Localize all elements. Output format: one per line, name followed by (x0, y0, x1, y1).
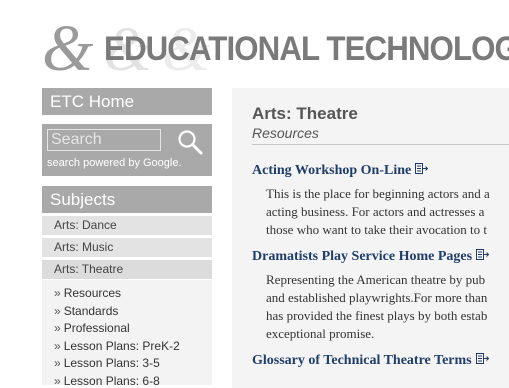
divider (252, 144, 509, 145)
subnav-item-lesson-plans-3-5[interactable]: » Lesson Plans: 3-5 (54, 355, 212, 373)
raquo-icon: » (54, 321, 61, 335)
raquo-icon: » (54, 356, 61, 370)
search-block: search powered by Google. (42, 124, 212, 176)
subject-item-music[interactable]: Arts: Music (42, 238, 212, 257)
search-powered-note: search powered by Google. (47, 157, 182, 169)
search-input[interactable] (47, 129, 161, 151)
subnav-item-standards[interactable]: » Standards (54, 303, 212, 321)
external-link-icon (415, 163, 429, 174)
description-line: and established playwrights.For more tha… (266, 290, 488, 305)
subnav-item-label: Professional (63, 321, 130, 335)
subnav-item-label: Resources (63, 286, 122, 300)
svg-text:&: & (42, 14, 94, 78)
description-line: acting business. For actors and actresse… (266, 204, 485, 219)
subject-item-theatre[interactable]: Arts: Theatre (42, 260, 212, 279)
site-logo-text[interactable]: EDUCATIONAL TECHNOLOGY (104, 30, 509, 69)
page-title: Arts: Theatre (252, 104, 358, 123)
description-line: has provided the finest plays by both es… (266, 308, 488, 323)
resource-description: This is the place for beginning actors a… (266, 185, 509, 239)
raquo-icon: » (54, 338, 61, 353)
resource-link-glossary-theatre-terms[interactable]: Glossary of Technical Theatre Terms (252, 353, 489, 369)
sidebar: ETC Home search powered by Google. Subje… (42, 88, 212, 385)
description-line: those who want to take their avocation t… (266, 222, 487, 237)
resource-link-dramatists-play-service[interactable]: Dramatists Play Service Home Pages (252, 249, 490, 265)
page-subtitle: Resources (252, 125, 319, 141)
subject-item-dance[interactable]: Arts: Dance (42, 216, 212, 235)
subjects-heading: Subjects (42, 186, 212, 213)
subnav-item-label: Lesson Plans: 3-5 (63, 356, 160, 370)
subnav-item-label: Lesson Plans: PreK-2 (63, 338, 180, 353)
external-link-icon (476, 249, 490, 260)
subnav-item-lesson-plans-6-8[interactable]: » Lesson Plans: 6-8 (54, 373, 212, 386)
external-link-icon (475, 353, 489, 364)
subnav-item-resources[interactable]: » Resources (54, 285, 212, 303)
raquo-icon: » (54, 286, 61, 300)
subnav-item-professional[interactable]: » Professional (54, 320, 212, 338)
main-content: Arts: Theatre Resources Acting Workshop … (232, 88, 509, 388)
description-line: exceptional promise. (266, 326, 375, 341)
description-line: Representing the American theatre by pub (266, 272, 486, 287)
resource-link-acting-workshop[interactable]: Acting Workshop On-Line (252, 163, 429, 179)
description-line: This is the place for beginning actors a… (266, 186, 490, 201)
search-icon[interactable] (176, 129, 204, 155)
raquo-icon: » (54, 303, 61, 318)
resource-link-label: Glossary of Technical Theatre Terms (252, 353, 472, 368)
raquo-icon: » (54, 373, 61, 386)
subnav-item-label: Standards (63, 303, 119, 318)
site-header: & & & EDUCATIONAL TECHNOLOGY (0, 0, 509, 84)
resource-description: Representing the American theatre by pub… (266, 271, 509, 343)
subnav-item-label: Lesson Plans: 6-8 (63, 373, 160, 386)
theatre-subnav: » Resources » Standards » Professional » Les… (42, 280, 212, 385)
resource-link-label: Acting Workshop On-Line (252, 163, 412, 178)
etc-home-link[interactable]: ETC Home (42, 88, 212, 115)
subnav-item-lesson-plans-prek-2[interactable]: » Lesson Plans: PreK-2 (54, 338, 212, 356)
resource-link-label: Dramatists Play Service Home Pages (252, 249, 473, 264)
